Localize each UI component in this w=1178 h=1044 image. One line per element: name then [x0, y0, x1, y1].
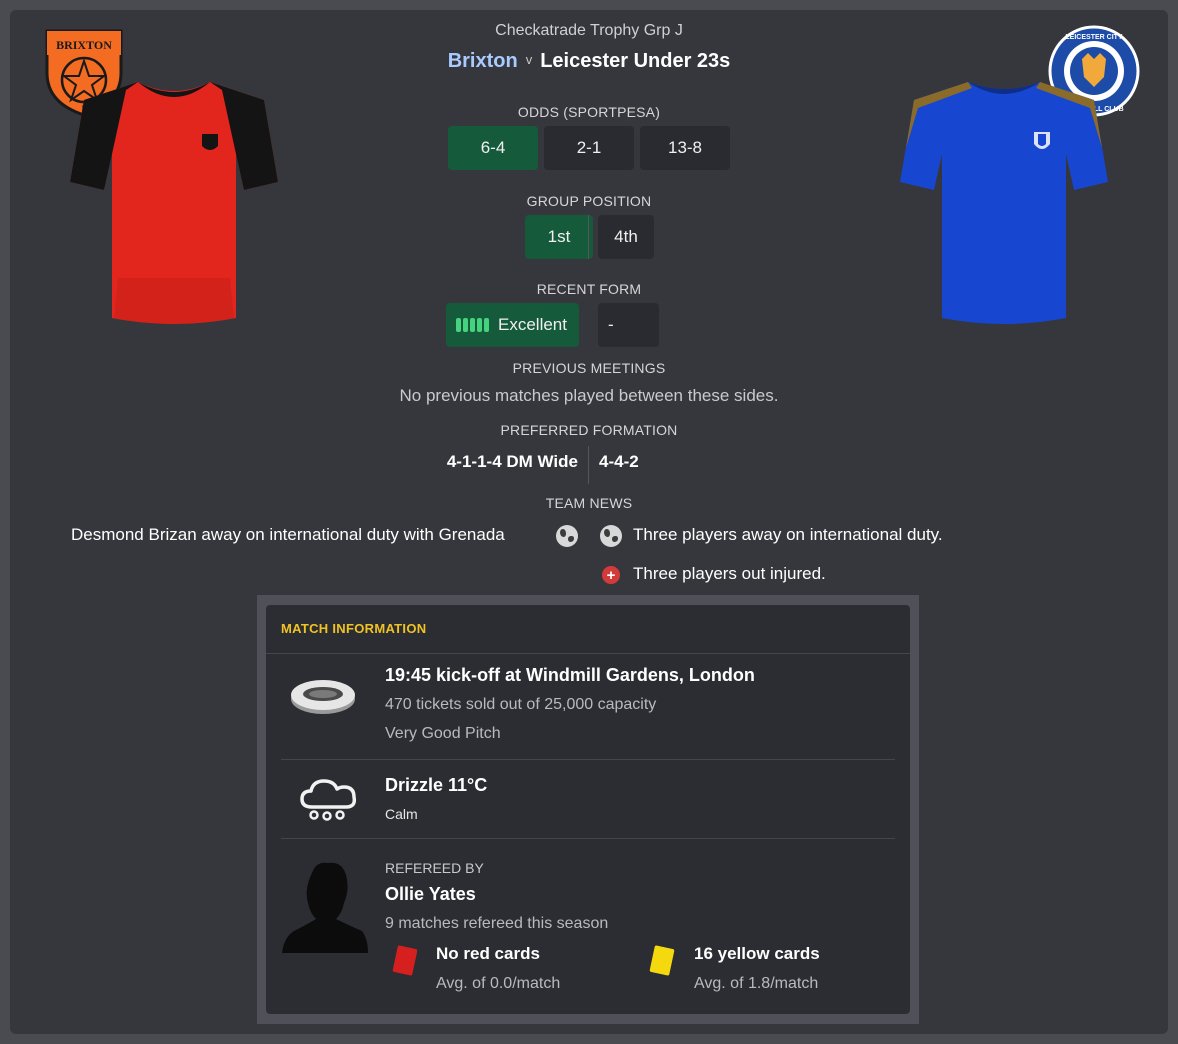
stadium-icon [291, 680, 355, 714]
preferred-formation-label: PREFERRED FORMATION [500, 422, 678, 438]
referee-name[interactable]: Ollie Yates [385, 884, 476, 905]
home-recent-form[interactable]: Excellent [446, 303, 579, 347]
away-odds[interactable]: 13-8 [640, 126, 730, 170]
referee-silhouette-icon [282, 862, 368, 953]
red-cards-count: No red cards [436, 944, 540, 963]
home-group-position: 1st [525, 215, 593, 259]
red-cards-average: Avg. of 0.0/match [436, 975, 561, 992]
fixture-title: Brixton v Leicester Under 23s [10, 50, 1168, 73]
match-information-header: MATCH INFORMATION [281, 621, 427, 636]
globe-icon [556, 525, 578, 547]
yellow-cards-count: 16 yellow cards [694, 944, 820, 963]
home-odds[interactable]: 6-4 [448, 126, 538, 170]
red-card-icon [392, 945, 418, 976]
tickets-sold: 470 tickets sold out of 25,000 capacity [385, 696, 657, 713]
form-pips-icon [456, 318, 489, 332]
home-team-news[interactable]: Desmond Brizan away on international dut… [71, 525, 505, 545]
position-divider [588, 215, 589, 259]
wind-conditions: Calm [385, 806, 418, 822]
draw-odds[interactable]: 2-1 [544, 126, 634, 170]
match-information-frame: MATCH INFORMATION 19:45 kick-off at Wind… [257, 595, 919, 1024]
home-team-name[interactable]: Brixton [448, 50, 518, 72]
competition-name[interactable]: Checkatrade Trophy Grp J [10, 22, 1168, 40]
previous-meetings-label: PREVIOUS MEETINGS [512, 360, 666, 376]
home-formation: 4-1-1-4 DM Wide [446, 452, 578, 471]
versus-label: v [525, 52, 533, 67]
pitch-condition: Very Good Pitch [385, 725, 501, 742]
kickoff-venue[interactable]: 19:45 kick-off at Windmill Gardens, Lond… [385, 665, 755, 686]
weather-conditions: Drizzle 11°C [385, 775, 488, 795]
previous-meetings-text: No previous matches played between these… [399, 386, 779, 405]
formation-divider [588, 446, 589, 484]
team-news-label: TEAM NEWS [545, 495, 633, 511]
odds-label: ODDS (SPORTPESA) [517, 104, 661, 120]
away-recent-form: - [598, 303, 659, 347]
header-divider [266, 653, 910, 654]
globe-icon [600, 525, 622, 547]
row-divider [281, 838, 895, 839]
referee-matches: 9 matches refereed this season [385, 915, 609, 932]
home-form-text: Excellent [498, 315, 567, 334]
away-team-news-international[interactable]: Three players away on international duty… [633, 525, 943, 545]
yellow-cards-average: Avg. of 1.8/match [694, 975, 819, 992]
match-information-card: MATCH INFORMATION 19:45 kick-off at Wind… [266, 605, 910, 1014]
away-team-name[interactable]: Leicester Under 23s [540, 50, 730, 72]
yellow-card-icon [649, 945, 675, 976]
away-group-position: 4th [598, 215, 654, 259]
away-team-news-injuries[interactable]: Three players out injured. [633, 564, 826, 584]
match-preview-panel: BRIXTON II LEICESTER CITY FOOTBALL CLUB … [10, 10, 1168, 1034]
injury-icon: + [602, 566, 620, 584]
refereed-by-label: REFEREED BY [385, 860, 484, 876]
away-formation: 4-4-2 [599, 452, 639, 471]
drizzle-cloud-icon [300, 779, 357, 821]
group-position-label: GROUP POSITION [526, 193, 652, 209]
row-divider [281, 759, 895, 760]
recent-form-label: RECENT FORM [536, 281, 642, 297]
